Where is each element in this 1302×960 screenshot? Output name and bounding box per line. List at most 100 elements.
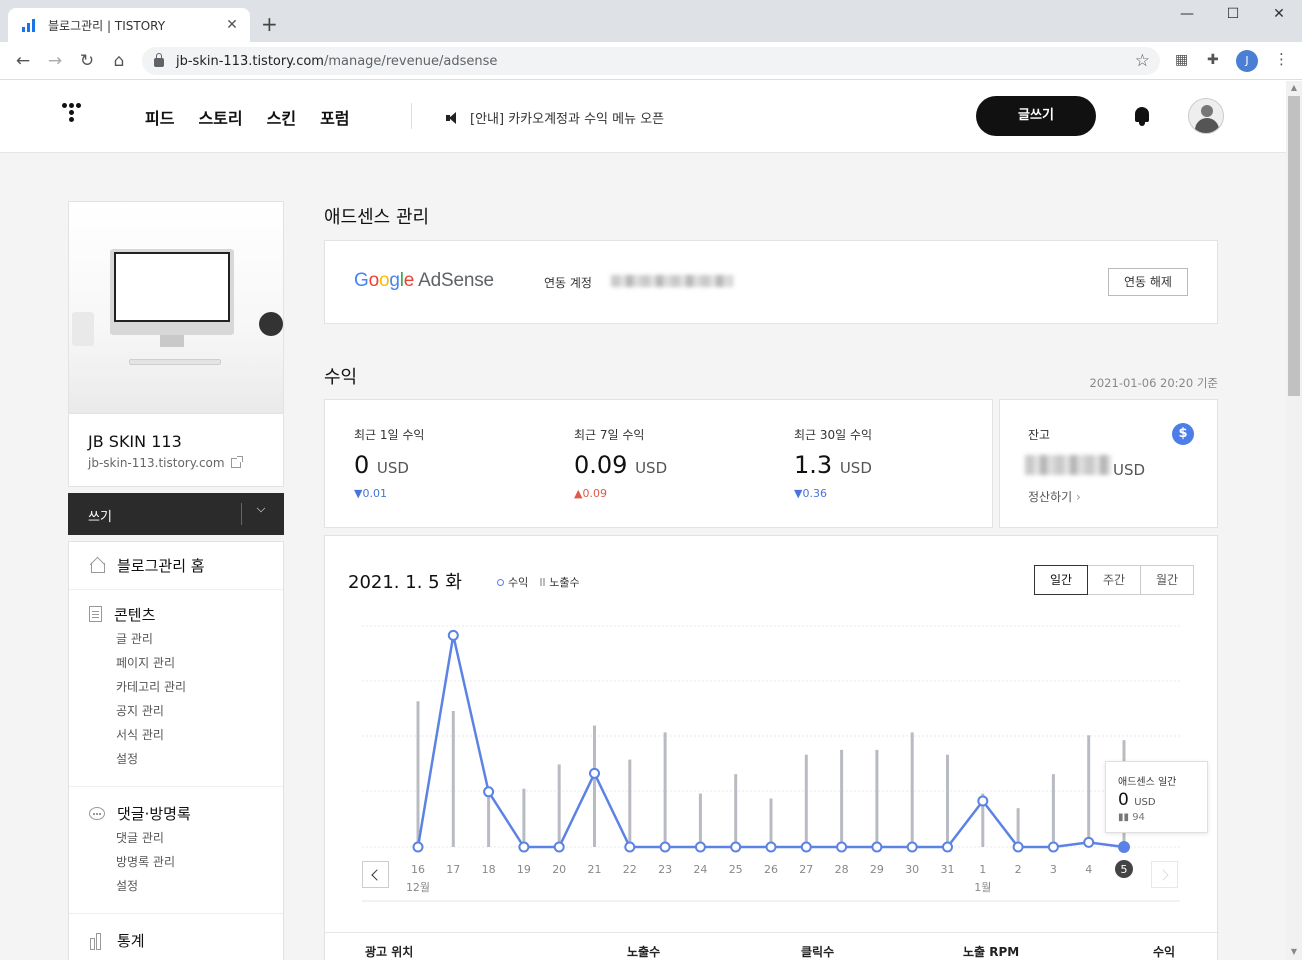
new-tab-button[interactable]: + [261, 14, 278, 34]
revenue-point [624, 841, 636, 853]
sidebar-item-notices[interactable]: 공지 관리 [116, 699, 283, 723]
scroll-up-icon[interactable]: ▲ [1286, 83, 1302, 92]
col-ad-position[interactable]: 광고 위치 [365, 943, 413, 960]
scroll-thumb[interactable] [1288, 96, 1300, 396]
col-rpm[interactable]: 노출 RPM [963, 943, 1019, 960]
balance-stat: 잔고 [1028, 428, 1051, 442]
blog-url-link[interactable]: jb-skin-113.tistory.com [88, 456, 243, 470]
impressions-bar [1051, 774, 1055, 847]
sidebar-item-blog-home[interactable]: 블로그관리 홈 [69, 552, 283, 578]
settle-link[interactable]: 정산하기 › [1028, 488, 1081, 505]
extensions-puzzle-icon[interactable]: ✚ [1207, 52, 1219, 68]
impressions-bar [946, 754, 949, 847]
revenue-point [730, 841, 742, 853]
maximize-button[interactable]: ☐ [1210, 6, 1256, 22]
menu-section-comments: 댓글·방명록 댓글 관리 방명록 관리 설정 [69, 800, 283, 898]
x-tick-label: 30 [905, 863, 919, 876]
sidebar-item-stats[interactable]: 통계 [69, 927, 283, 953]
tistory-header: 피드 스토리 스킨 포럼 [안내] 카카오계정과 수익 메뉴 오픈 글쓰기 [0, 81, 1286, 153]
x-month-label: 12월 [406, 881, 430, 894]
sidebar-item-contents[interactable]: 콘텐츠 [69, 601, 283, 627]
stat-30day: 최근 30일 수익 1.3 USD ▼0.36 [794, 428, 873, 500]
revenue-point [906, 841, 918, 853]
user-avatar[interactable] [1188, 98, 1224, 134]
adsense-section-title: 애드센스 관리 [324, 207, 430, 228]
external-link-icon [230, 456, 243, 468]
x-tick-label: 1 [979, 863, 986, 876]
revenue-point [977, 795, 989, 807]
write-dropdown: 쓰기 [68, 493, 284, 535]
scroll-down-icon[interactable]: ▼ [1286, 947, 1302, 956]
revenue-point [871, 841, 883, 853]
stats-icon [89, 932, 105, 950]
stat-1day: 최근 1일 수익 0 USD ▼0.01 [354, 428, 425, 500]
sidebar-item-posts[interactable]: 글 관리 [116, 627, 283, 651]
col-clicks[interactable]: 클릭수 [801, 943, 834, 960]
browser-tab-strip: 블로그관리 | TISTORY ✕ + — ☐ ✕ [0, 0, 1302, 42]
impressions-bar [522, 788, 526, 847]
browser-tab[interactable]: 블로그관리 | TISTORY ✕ [8, 8, 250, 42]
sidebar-item-comment-settings[interactable]: 설정 [116, 874, 283, 898]
nav-forum[interactable]: 포럼 [320, 105, 349, 129]
tab-close-icon[interactable]: ✕ [224, 17, 240, 33]
blog-thumbnail-image[interactable] [69, 202, 283, 414]
x-tick-label: 4 [1085, 863, 1092, 876]
close-window-button[interactable]: ✕ [1256, 6, 1302, 22]
minimize-button[interactable]: — [1164, 6, 1210, 22]
nav-story[interactable]: 스토리 [198, 105, 242, 129]
col-impressions[interactable]: 노출수 [627, 943, 660, 960]
chart-prev-button[interactable] [362, 861, 389, 888]
revenue-point [447, 629, 459, 641]
home-icon [89, 557, 105, 573]
forward-icon[interactable]: → [44, 50, 66, 72]
x-tick-label: 28 [835, 863, 849, 876]
chevron-right-icon: › [1076, 490, 1081, 504]
chevron-down-icon[interactable] [256, 503, 266, 513]
col-revenue[interactable]: 수익 [1153, 943, 1175, 960]
sidebar-item-comments[interactable]: 댓글·방명록 [69, 800, 283, 826]
revenue-point [800, 841, 812, 853]
sidebar-item-content-settings[interactable]: 설정 [116, 747, 283, 771]
chart-tooltip: 애드센스 일간 0 USD ▮▮ 94 [1105, 761, 1208, 833]
tistory-logo-icon[interactable] [62, 103, 86, 131]
url-text: jb-skin-113.tistory.com/manage/revenue/a… [176, 53, 498, 69]
reload-icon[interactable]: ↻ [76, 50, 98, 72]
sidebar-item-comment-manage[interactable]: 댓글 관리 [116, 826, 283, 850]
page-scrollbar[interactable]: ▲ ▼ [1286, 81, 1302, 960]
revenue-table-header: 광고 위치 노출수 클릭수 노출 RPM 수익 [325, 932, 1219, 960]
header-divider [411, 103, 412, 129]
revenue-point [1118, 841, 1130, 853]
menu-section-stats: 통계 [69, 927, 283, 953]
sidebar-item-guestbook[interactable]: 방명록 관리 [116, 850, 283, 874]
impressions-bar [593, 725, 596, 847]
profile-avatar[interactable]: J [1236, 50, 1258, 72]
period-daily-button[interactable]: 일간 [1034, 565, 1088, 595]
speaker-icon [446, 111, 460, 124]
impressions-bar [487, 788, 491, 847]
nav-skin[interactable]: 스킨 [267, 105, 296, 129]
sidebar-item-templates[interactable]: 서식 관리 [116, 723, 283, 747]
page-content: 피드 스토리 스킨 포럼 [안내] 카카오계정과 수익 메뉴 오픈 글쓰기 JB… [0, 81, 1286, 960]
write-post-button[interactable]: 글쓰기 [976, 96, 1096, 136]
address-bar[interactable]: jb-skin-113.tistory.com/manage/revenue/a… [142, 47, 1160, 75]
sidebar-item-categories[interactable]: 카테고리 관리 [116, 675, 283, 699]
revenue-point [483, 786, 495, 798]
home-icon[interactable]: ⌂ [108, 50, 130, 72]
impressions-bar [769, 798, 773, 847]
bookmark-star-icon[interactable]: ☆ [1135, 51, 1150, 71]
browser-menu-icon[interactable]: ⋮ [1274, 50, 1289, 68]
chart-next-button[interactable] [1151, 861, 1178, 888]
back-icon[interactable]: ← [12, 50, 34, 72]
tooltip-impressions: ▮▮ 94 [1118, 812, 1145, 823]
notification-bell-icon[interactable] [1133, 107, 1151, 127]
menu-section-home: 블로그관리 홈 [69, 552, 283, 578]
notice-link[interactable]: [안내] 카카오계정과 수익 메뉴 오픈 [446, 108, 664, 127]
qr-code-icon[interactable]: ▦ [1175, 52, 1188, 68]
unlink-button[interactable]: 연동 해제 [1108, 268, 1188, 296]
revenue-chart-panel: 2021. 1. 5 화 수익 노출수 일간 주간 월간 16 17 18 19 20 2… [324, 535, 1219, 960]
sidebar-item-pages[interactable]: 페이지 관리 [116, 651, 283, 675]
write-button[interactable]: 쓰기 [88, 506, 112, 525]
linked-account-email-redacted [611, 275, 733, 287]
blog-name[interactable]: JB SKIN 113 [88, 432, 182, 451]
nav-feed[interactable]: 피드 [145, 105, 174, 129]
